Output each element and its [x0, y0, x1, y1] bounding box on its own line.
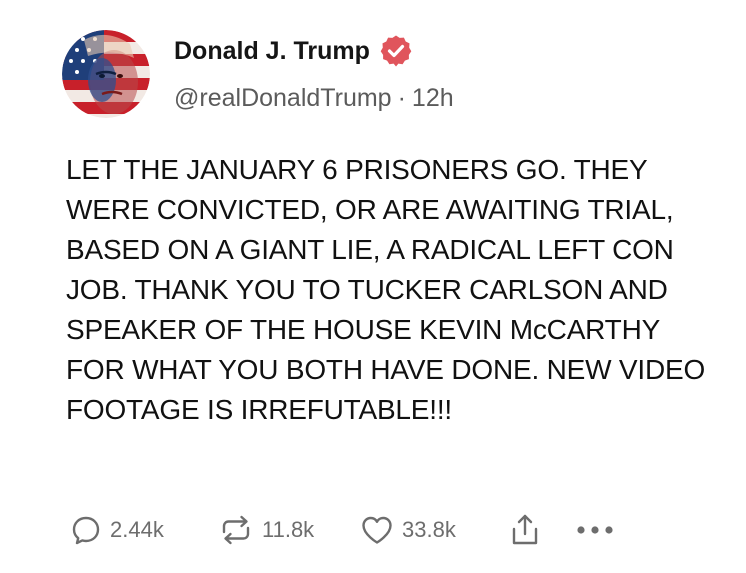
reply-icon: [70, 514, 102, 546]
author-meta: @realDonaldTrump · 12h: [174, 84, 454, 113]
repost-icon: [218, 514, 254, 546]
like-count: 33.8k: [402, 517, 456, 542]
heart-icon: [360, 514, 394, 546]
reply-button[interactable]: 2.44k: [70, 510, 164, 550]
repost-button[interactable]: 11.8k: [218, 510, 314, 550]
repost-count: 11.8k: [262, 517, 315, 542]
author-handle[interactable]: @realDonaldTrump: [174, 84, 392, 112]
avatar[interactable]: [62, 30, 150, 118]
more-options-button[interactable]: [575, 510, 615, 550]
post-timestamp[interactable]: 12h: [412, 84, 454, 112]
author-display-name[interactable]: Donald J. Trump: [174, 37, 370, 66]
like-button[interactable]: 33.8k: [360, 510, 456, 550]
post-body-text: LET THE JANUARY 6 PRISONERS GO. THEY WER…: [66, 154, 706, 425]
post-card: Donald J. Trump @realDonaldTrump · 12h LET…: [0, 0, 746, 573]
author-name-row[interactable]: Donald J. Trump: [174, 34, 413, 68]
reply-count: 2.44k: [110, 517, 164, 542]
meta-separator: ·: [397, 84, 406, 112]
share-icon: [510, 513, 540, 547]
share-button[interactable]: [510, 510, 540, 550]
verified-badge-icon: [379, 34, 413, 68]
more-icon: [575, 524, 615, 536]
